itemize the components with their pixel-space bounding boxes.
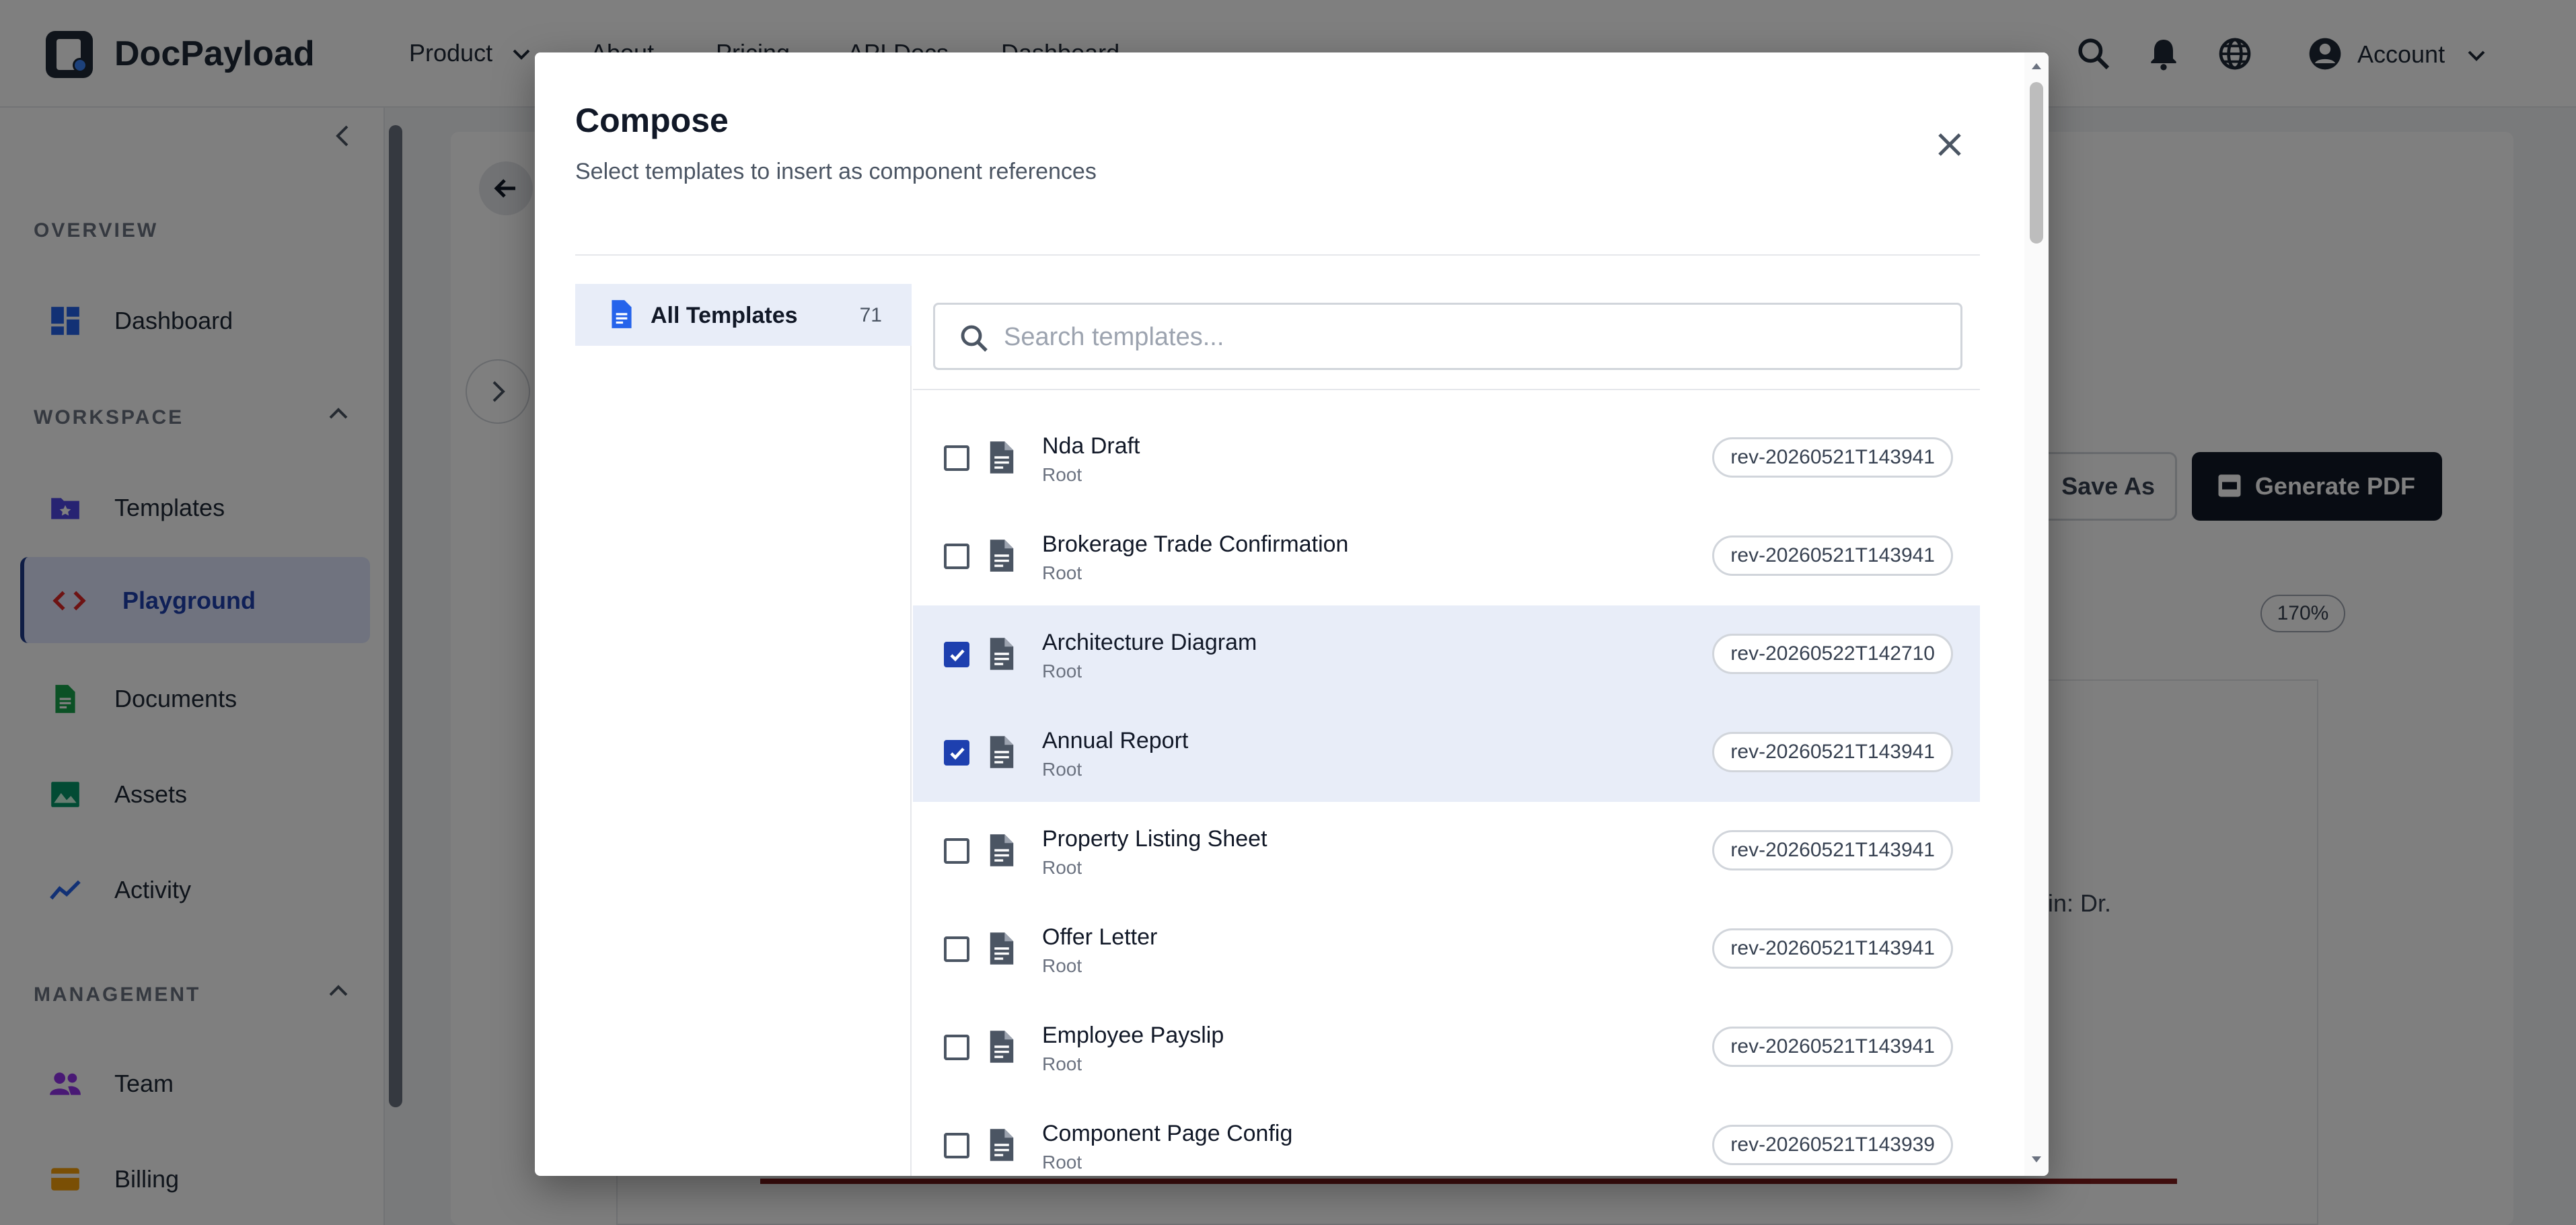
template-name: Architecture Diagram <box>1042 630 1257 655</box>
template-checkbox[interactable] <box>944 544 969 569</box>
dialog-scrollbar-thumb[interactable] <box>2030 82 2043 244</box>
revision-badge: rev-20260521T143941 <box>1712 928 1953 969</box>
template-name: Employee Payslip <box>1042 1023 1224 1048</box>
revision-badge: rev-20260521T143939 <box>1712 1125 1953 1165</box>
template-row[interactable]: Nda Draft Root rev-20260521T143941 <box>913 409 1980 507</box>
template-folder: Root <box>1042 759 1082 780</box>
template-folder: Root <box>1042 857 1082 878</box>
template-folder: Root <box>1042 955 1082 976</box>
template-checkbox[interactable] <box>944 1133 969 1158</box>
template-checkbox[interactable] <box>944 1035 969 1060</box>
revision-badge: rev-20260521T143941 <box>1712 732 1953 772</box>
document-icon <box>984 635 1019 673</box>
template-folder: Root <box>1042 1053 1082 1074</box>
document-icon <box>984 439 1019 476</box>
template-row[interactable]: Property Listing Sheet Root rev-20260521T1… <box>913 802 1980 900</box>
search-icon <box>958 322 990 355</box>
template-row[interactable]: Offer Letter Root rev-20260521T143941 <box>913 900 1980 998</box>
document-icon <box>984 537 1019 574</box>
search-templates-field[interactable] <box>933 303 1962 370</box>
revision-badge: rev-20260522T142710 <box>1712 634 1953 674</box>
document-icon <box>984 1126 1019 1164</box>
revision-badge: rev-20260521T143941 <box>1712 830 1953 870</box>
document-icon <box>605 297 638 331</box>
template-row[interactable]: Brokerage Trade Confirmation Root rev-2026… <box>913 507 1980 605</box>
template-row[interactable]: Component Page Config Root rev-20260521T14… <box>913 1097 1980 1176</box>
category-label: All Templates <box>651 303 798 328</box>
template-name: Component Page Config <box>1042 1121 1293 1146</box>
template-name: Property Listing Sheet <box>1042 826 1267 852</box>
template-row[interactable]: Architecture Diagram Root rev-20260522T142… <box>913 605 1980 704</box>
template-folder: Root <box>1042 464 1082 485</box>
document-icon <box>984 831 1019 869</box>
revision-badge: rev-20260521T143941 <box>1712 535 1953 576</box>
close-icon[interactable] <box>1925 120 1975 170</box>
template-row[interactable]: Employee Payslip Root rev-20260521T143941 <box>913 998 1980 1097</box>
dialog-divider <box>575 254 1980 256</box>
template-checkbox[interactable] <box>944 838 969 864</box>
dialog-subtitle: Select templates to insert as component … <box>575 159 1097 184</box>
revision-badge: rev-20260521T143941 <box>1712 1027 1953 1067</box>
scroll-down-arrow-icon[interactable] <box>2030 1153 2043 1166</box>
template-checkbox[interactable] <box>944 445 969 471</box>
template-category-panel: All Templates 71 <box>575 284 912 1176</box>
template-name: Nda Draft <box>1042 433 1140 459</box>
document-icon <box>984 733 1019 771</box>
list-divider <box>913 389 1980 390</box>
template-folder: Root <box>1042 661 1082 681</box>
document-icon <box>984 930 1019 967</box>
dialog-title: Compose <box>575 102 729 139</box>
scroll-up-arrow-icon[interactable] <box>2030 59 2043 73</box>
template-row[interactable]: Annual Report Root rev-20260521T143941 <box>913 704 1980 802</box>
template-name: Brokerage Trade Confirmation <box>1042 531 1349 557</box>
revision-badge: rev-20260521T143941 <box>1712 437 1953 478</box>
template-name: Annual Report <box>1042 728 1189 753</box>
search-input[interactable] <box>1004 315 1932 359</box>
compose-dialog: Compose Select templates to insert as co… <box>535 52 2049 1176</box>
template-checkbox[interactable] <box>944 936 969 962</box>
category-count: 71 <box>859 304 882 326</box>
document-icon <box>984 1028 1019 1066</box>
template-name: Offer Letter <box>1042 924 1158 950</box>
category-all-templates[interactable]: All Templates 71 <box>575 284 912 346</box>
template-checkbox[interactable] <box>944 740 969 766</box>
template-folder: Root <box>1042 562 1082 583</box>
template-folder: Root <box>1042 1152 1082 1173</box>
template-checkbox[interactable] <box>944 642 969 667</box>
